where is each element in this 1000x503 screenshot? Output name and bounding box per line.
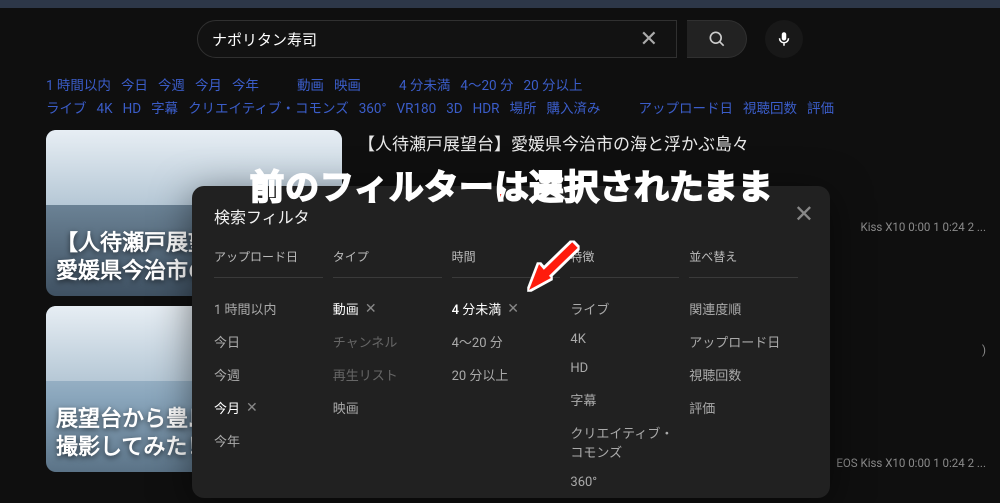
filter-option[interactable]: 今月 ✕ <box>214 391 323 424</box>
filter-option-label: HD <box>570 361 588 376</box>
filter-option[interactable]: 1 時間以内 <box>214 292 323 325</box>
filter-option-label: 360° <box>570 475 597 490</box>
filter-option[interactable]: 字幕 <box>570 383 679 416</box>
search-input-wrap: ✕ <box>197 20 677 58</box>
filter-option[interactable]: 動画 ✕ <box>333 292 442 325</box>
filter-column: 並べ替え関連度順アップロード日視聴回数評価 <box>689 248 808 498</box>
filter-link[interactable]: 4K <box>97 101 113 117</box>
search-input[interactable] <box>212 31 636 48</box>
filter-link[interactable]: 場所 <box>509 101 536 117</box>
search-button[interactable] <box>687 20 747 58</box>
filter-option-label: 視聴回数 <box>689 365 741 384</box>
filter-option-label: 今日 <box>214 332 240 351</box>
remove-filter-icon[interactable]: ✕ <box>507 301 519 317</box>
remove-filter-icon[interactable]: ✕ <box>246 400 258 416</box>
filter-link[interactable]: 20 分以上 <box>524 78 583 94</box>
filter-option-label: 今年 <box>214 431 240 450</box>
filter-column-header: アップロード日 <box>214 248 323 278</box>
mic-icon <box>775 30 793 48</box>
filter-link[interactable]: クリエイティブ・コモンズ <box>188 101 349 117</box>
filter-option-label: ライブ <box>570 299 609 318</box>
filter-column: アップロード日 1 時間以内今日今週今月 ✕ 今年 <box>214 248 333 498</box>
annotation-arrow-icon <box>525 240 585 295</box>
filter-link[interactable]: 評価 <box>807 101 834 117</box>
filter-option[interactable]: 映画 <box>333 391 442 424</box>
filter-link[interactable]: VR180 <box>397 101 437 117</box>
video-meta-text: Kiss X10 0:00 1 0:24 2 ... <box>860 220 986 234</box>
voice-search-button[interactable] <box>765 20 803 58</box>
filter-option-label: 関連度順 <box>689 299 741 318</box>
filter-link[interactable]: 視聴回数 <box>743 101 797 117</box>
filter-option-label: 20 分以上 <box>452 365 509 384</box>
filter-link[interactable]: 3D <box>446 101 462 117</box>
filter-option-label: 字幕 <box>570 390 596 409</box>
filter-link[interactable]: 360° <box>359 101 387 117</box>
filter-option[interactable]: 4～20 分 <box>452 325 561 358</box>
filter-option-label: 再生リスト <box>333 365 398 384</box>
filter-link[interactable]: 動画 <box>297 78 324 94</box>
filter-option-label: 今月 <box>214 398 240 417</box>
filter-option: 再生リスト <box>333 358 442 391</box>
filter-option-label: 4K <box>570 332 585 347</box>
filter-column: タイプ動画 ✕ チャンネル再生リスト映画 <box>333 248 452 498</box>
filter-column-header: 並べ替え <box>689 248 798 278</box>
close-icon[interactable]: ✕ <box>794 200 814 228</box>
filter-option[interactable]: HD <box>570 354 679 383</box>
filter-option[interactable]: 4 分未満 ✕ <box>452 292 561 325</box>
filter-option-label: 4 分未満 <box>452 299 502 318</box>
video-meta-text: ) <box>982 343 986 357</box>
filter-link[interactable]: HDR <box>473 101 500 117</box>
filter-option-label: 映画 <box>333 398 359 417</box>
filter-link[interactable]: 字幕 <box>151 101 178 117</box>
filter-link[interactable]: 今月 <box>195 78 222 94</box>
filter-option-label: アップロード日 <box>689 332 780 351</box>
filter-link[interactable]: 購入済み <box>546 101 600 117</box>
filter-option[interactable]: ライブ <box>570 292 679 325</box>
filter-link[interactable]: 4 分未満 <box>399 78 450 94</box>
filter-option-label: 1 時間以内 <box>214 299 277 318</box>
filter-option-label: クリエイティブ・コモンズ <box>570 423 679 461</box>
filter-option-label: 4～20 分 <box>452 332 503 351</box>
filter-link[interactable]: 今週 <box>158 78 185 94</box>
filter-column-header: 特徴 <box>570 248 679 278</box>
search-icon <box>707 29 727 49</box>
filter-link[interactable]: HD <box>123 101 142 117</box>
filter-option-label: 評価 <box>689 398 715 417</box>
filter-option[interactable]: 4K <box>570 325 679 354</box>
filter-link[interactable]: ライブ <box>46 101 87 117</box>
filter-option[interactable]: 今週 <box>214 358 323 391</box>
filter-option: チャンネル <box>333 325 442 358</box>
filter-option[interactable]: 今年 <box>214 424 323 457</box>
filter-option-label: チャンネル <box>333 332 398 351</box>
filter-option[interactable]: VR180 <box>570 497 679 498</box>
filter-option-label: 動画 <box>333 299 359 318</box>
filter-option[interactable]: 360° <box>570 468 679 497</box>
filter-column-header: タイプ <box>333 248 442 278</box>
filter-shortcut-links: 1 時間以内今日今週今月今年 動画映画 4 分未満 4～20 分 20 分以上 ライブ 4… <box>0 70 1000 122</box>
filter-option[interactable]: アップロード日 <box>689 325 798 358</box>
filter-option[interactable]: 関連度順 <box>689 292 798 325</box>
clear-search-icon[interactable]: ✕ <box>636 27 662 52</box>
filter-option-label: 今週 <box>214 365 240 384</box>
annotation-text: 前のフィルターは選択されたまま <box>250 160 773 209</box>
filter-link[interactable]: 映画 <box>334 78 361 94</box>
filter-link[interactable]: 4～20 分 <box>460 78 513 94</box>
filter-link[interactable]: 今年 <box>232 78 259 94</box>
filter-link[interactable]: アップロード日 <box>638 101 733 117</box>
search-bar: ✕ <box>0 8 1000 70</box>
remove-filter-icon[interactable]: ✕ <box>365 301 377 317</box>
filter-option[interactable]: 評価 <box>689 391 798 424</box>
video-title[interactable]: 【人待瀬戸展望台】愛媛県今治市の海と浮かぶ島々 <box>358 130 954 155</box>
filter-option[interactable]: クリエイティブ・コモンズ <box>570 416 679 468</box>
filter-option[interactable]: 今日 <box>214 325 323 358</box>
filter-link[interactable]: 今日 <box>121 78 148 94</box>
filter-column: 特徴ライブ 4K HD 字幕クリエイティブ・コモンズ 360° VR180 <box>570 248 689 498</box>
filter-option[interactable]: 20 分以上 <box>452 358 561 391</box>
filter-link[interactable]: 1 時間以内 <box>46 78 111 94</box>
filter-option[interactable]: 視聴回数 <box>689 358 798 391</box>
video-meta-text: EOS Kiss X10 0:00 1 0:24 2 ... <box>836 456 986 470</box>
search-filter-modal: 検索フィルタ ✕ アップロード日1 時間以内今日今週今月✕今年タイプ動画✕チャン… <box>192 186 830 498</box>
